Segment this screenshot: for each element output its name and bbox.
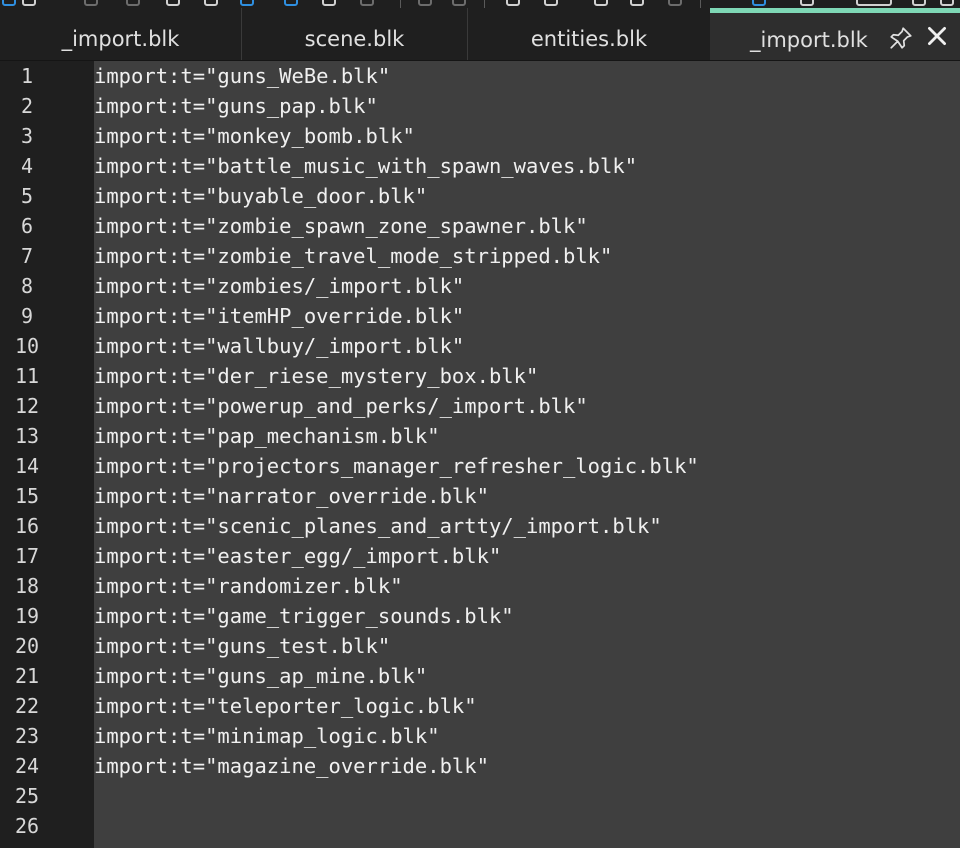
monitor-icon[interactable] — [668, 0, 682, 6]
arrow-right-icon[interactable] — [452, 0, 466, 6]
code-line[interactable]: import:t="scenic_planes_and_artty/_impor… — [94, 511, 662, 541]
code-line[interactable]: import:t="game_trigger_sounds.blk" — [94, 601, 514, 631]
code-line[interactable]: import:t="guns_pap.blk" — [94, 91, 378, 121]
close-icon[interactable] — [924, 23, 950, 49]
line-number: 7 — [20, 244, 34, 268]
code-line[interactable]: import:t="wallbuy/_import.blk" — [94, 331, 464, 361]
toolbar — [0, 0, 960, 8]
cut-icon[interactable] — [166, 0, 180, 6]
tab-entities[interactable]: entities.blk — [468, 8, 710, 60]
code-line[interactable]: import:t="battle_music_with_spawn_waves.… — [94, 151, 637, 181]
code-line[interactable]: import:t="monkey_bomb.blk" — [94, 121, 415, 151]
code-line[interactable]: import:t="zombie_spawn_zone_spawner.blk" — [94, 211, 588, 241]
code-line[interactable]: import:t="guns_WeBe.blk" — [94, 61, 390, 91]
line-number: 6 — [20, 214, 34, 238]
macro-icon[interactable] — [752, 0, 766, 6]
find-next-icon[interactable] — [544, 0, 558, 6]
line-number-gutter: 1 2 3 4 5 6 7 8 9 10 11 12 13 14 15 16 17 18 19 20 21 22 23 24 2… — [0, 61, 94, 848]
paste-icon[interactable] — [240, 0, 254, 6]
line-number: 2 — [20, 94, 34, 118]
code-editor[interactable]: import:t="guns_WeBe.blk" import:t="guns_p… — [94, 61, 960, 848]
play-icon[interactable] — [940, 0, 954, 6]
code-line[interactable]: import:t="pap_mechanism.blk" — [94, 421, 440, 451]
line-number: 18 — [14, 574, 40, 598]
save-icon[interactable] — [84, 0, 98, 6]
line-number: 4 — [20, 154, 34, 178]
line-number: 24 — [14, 754, 40, 778]
line-number: 12 — [14, 394, 40, 418]
replace-icon[interactable] — [322, 0, 336, 6]
code-line[interactable]: import:t="teleporter_logic.blk" — [94, 691, 477, 721]
line-number: 21 — [14, 664, 40, 688]
line-number: 11 — [14, 364, 40, 388]
pin-icon[interactable] — [888, 25, 914, 51]
search-icon[interactable] — [284, 0, 298, 6]
tab-import-1[interactable]: _import.blk — [0, 8, 242, 60]
line-number: 5 — [20, 184, 34, 208]
line-number: 14 — [14, 454, 40, 478]
copy-icon[interactable] — [204, 0, 218, 6]
code-line[interactable]: import:t="guns_test.blk" — [94, 631, 390, 661]
arrow-left-icon[interactable] — [418, 0, 432, 6]
tab-label: entities.blk — [530, 27, 648, 51]
new-file-icon[interactable] — [22, 0, 36, 6]
line-number: 16 — [14, 514, 40, 538]
line-number: 19 — [14, 604, 40, 628]
code-line[interactable]: import:t="itemHP_override.blk" — [94, 301, 464, 331]
toolbar-separator — [700, 0, 701, 8]
toolbar-separator — [400, 0, 401, 8]
toolbar-box-icon[interactable] — [856, 0, 892, 6]
code-line[interactable]: import:t="magazine_override.blk" — [94, 751, 489, 781]
zoom-in-icon[interactable] — [594, 0, 608, 6]
tab-label: _import.blk — [61, 27, 180, 51]
code-line[interactable]: import:t="zombies/_import.blk" — [94, 271, 464, 301]
record-icon[interactable] — [800, 0, 814, 6]
code-line[interactable]: import:t="minimap_logic.blk" — [94, 721, 440, 751]
line-number: 9 — [20, 304, 34, 328]
line-number: 23 — [14, 724, 40, 748]
tab-import-active[interactable]: _import.blk — [710, 8, 960, 60]
line-number: 17 — [14, 544, 40, 568]
line-number: 15 — [14, 484, 40, 508]
find-prev-icon[interactable] — [506, 0, 520, 6]
line-number: 8 — [20, 274, 34, 298]
tab-scene[interactable]: scene.blk — [242, 8, 468, 60]
window-icon[interactable] — [360, 0, 374, 6]
code-line[interactable]: import:t="der_riese_mystery_box.blk" — [94, 361, 538, 391]
code-line[interactable]: import:t="zombie_travel_mode_stripped.bl… — [94, 241, 612, 271]
line-number: 22 — [14, 694, 40, 718]
info-icon[interactable] — [2, 0, 16, 6]
toolbar-separator — [484, 0, 485, 8]
zoom-out-icon[interactable] — [630, 0, 644, 6]
tab-label: scene.blk — [304, 27, 405, 51]
code-line[interactable]: import:t="projectors_manager_refresher_l… — [94, 451, 699, 481]
code-line[interactable]: import:t="easter_egg/_import.blk" — [94, 541, 501, 571]
line-number: 10 — [14, 334, 40, 358]
line-number: 25 — [14, 784, 40, 808]
line-number: 1 — [20, 64, 34, 88]
line-number: 26 — [14, 814, 40, 838]
undo-icon[interactable] — [126, 0, 140, 6]
code-line[interactable]: import:t="powerup_and_perks/_import.blk" — [94, 391, 588, 421]
code-line[interactable]: import:t="guns_ap_mine.blk" — [94, 661, 427, 691]
line-number: 13 — [14, 424, 40, 448]
tab-label: _import.blk — [750, 27, 868, 52]
toolbar-arrow-icon[interactable] — [912, 0, 926, 6]
code-line[interactable]: import:t="randomizer.blk" — [94, 571, 403, 601]
code-line[interactable]: import:t="buyable_door.blk" — [94, 181, 427, 211]
line-number: 20 — [14, 634, 40, 658]
code-line[interactable]: import:t="narrator_override.blk" — [94, 481, 489, 511]
tab-bar: _import.blk scene.blk entities.blk _impo… — [0, 8, 960, 61]
line-number: 3 — [20, 124, 34, 148]
